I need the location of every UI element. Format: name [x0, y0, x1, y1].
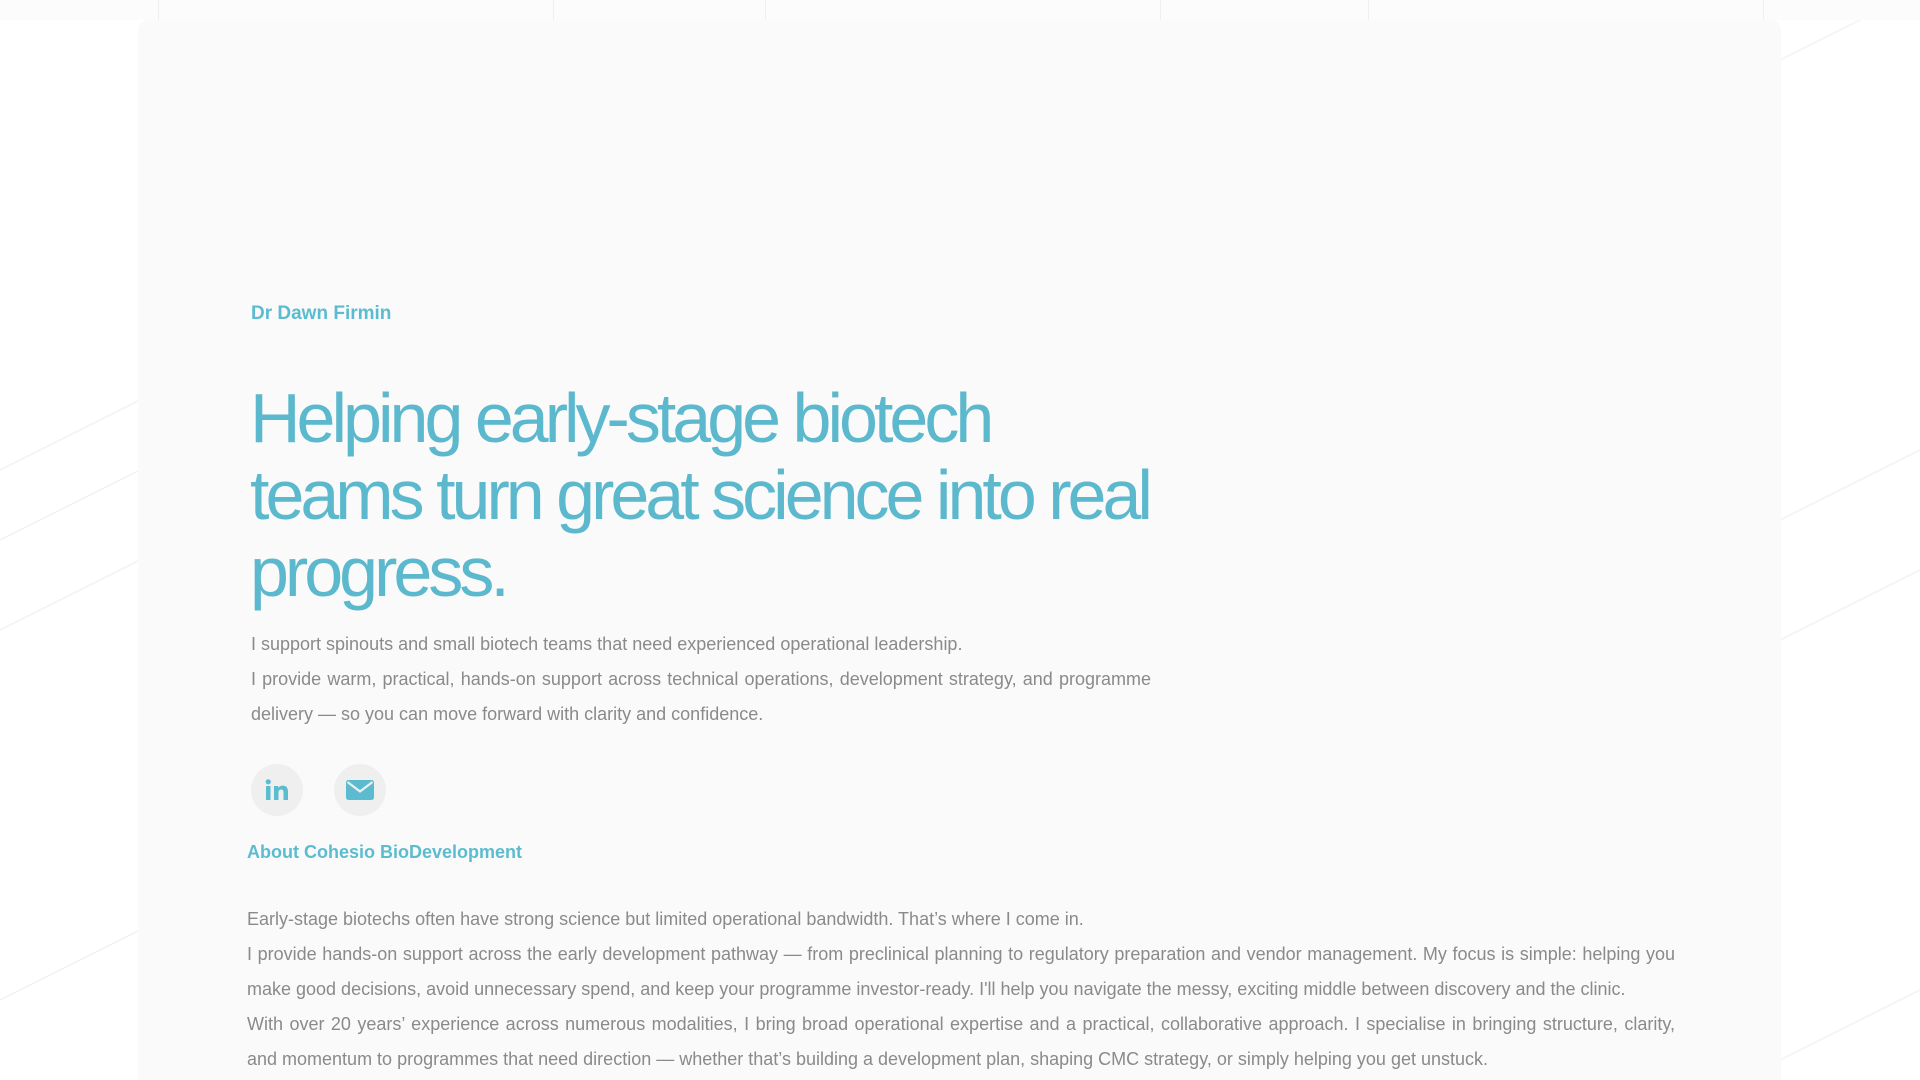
- nav-divider: [158, 0, 159, 20]
- about-body: Early-stage biotechs often have strong s…: [247, 902, 1675, 1077]
- about-paragraph: With over 20 years’ experience across nu…: [247, 1014, 1675, 1069]
- intro-paragraph: I provide warm, practical, hands-on supp…: [251, 669, 1151, 724]
- linkedin-icon: [265, 779, 288, 800]
- nav-divider: [553, 0, 554, 20]
- nav-divider: [765, 0, 766, 20]
- email-icon: [346, 780, 374, 800]
- top-nav-strip: [0, 0, 1920, 20]
- linkedin-button[interactable]: [251, 764, 303, 816]
- about-paragraph: I provide hands-on support across the ea…: [247, 944, 1675, 999]
- about-heading: About Cohesio BioDevelopment: [247, 842, 523, 862]
- hero-intro: I support spinouts and small biotech tea…: [251, 627, 1151, 732]
- email-button[interactable]: [334, 764, 386, 816]
- hero-name: Dr Dawn Firmin: [251, 303, 392, 324]
- about-paragraph: Early-stage biotechs often have strong s…: [247, 909, 1084, 929]
- intro-paragraph: I support spinouts and small biotech tea…: [251, 634, 963, 654]
- nav-divider: [1160, 0, 1161, 20]
- hero-panel: Dr Dawn Firmin Helping early-stage biote…: [138, 20, 1781, 1080]
- nav-divider: [1763, 0, 1764, 20]
- hero-content: Dr Dawn Firmin Helping early-stage biote…: [138, 20, 1781, 1080]
- nav-divider: [1368, 0, 1369, 20]
- hero-headline: Helping early-stage biotech teams turn g…: [250, 379, 1153, 611]
- social-links: [251, 764, 386, 816]
